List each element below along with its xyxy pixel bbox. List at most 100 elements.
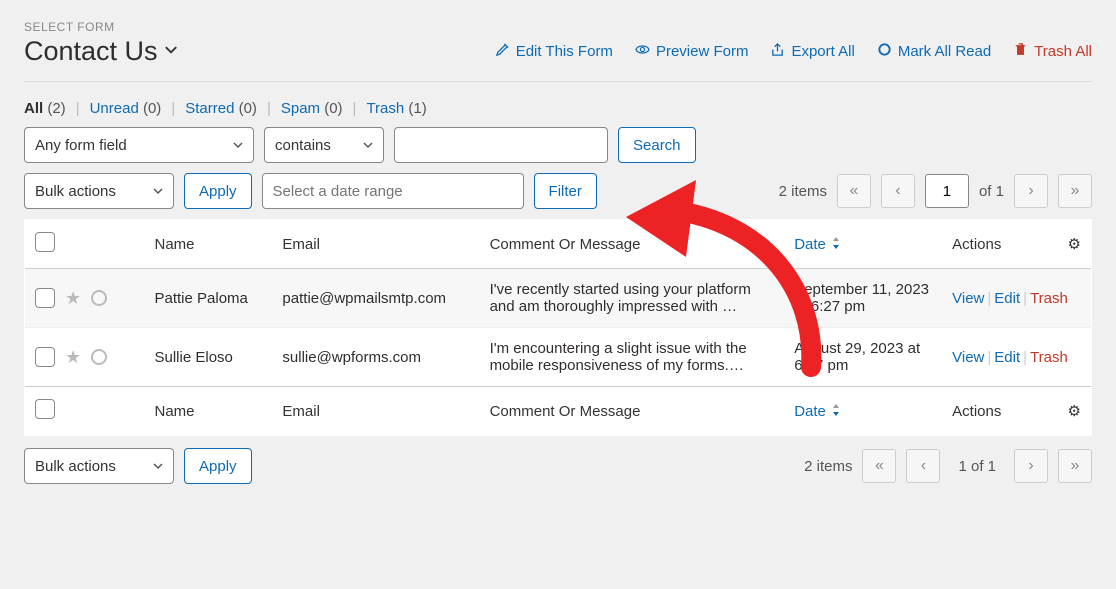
pagination-bottom: 2 items « ‹ 1 of 1 › »: [804, 449, 1092, 483]
items-count-text-bottom: 2 items: [804, 458, 852, 475]
col-message[interactable]: Comment Or Message: [480, 220, 785, 269]
star-icon[interactable]: ★: [65, 347, 81, 368]
bulk-actions-select[interactable]: Bulk actions: [24, 173, 174, 209]
form-title-dropdown[interactable]: Contact Us: [24, 36, 178, 67]
edit-form-link[interactable]: Edit This Form: [495, 42, 613, 61]
status-filter-bar: All (2) | Unread (0) | Starred (0) | Spa…: [24, 100, 1092, 117]
export-all-link[interactable]: Export All: [770, 42, 854, 61]
status-spam[interactable]: Spam: [281, 100, 320, 117]
read-indicator[interactable]: [91, 290, 107, 306]
pagination-top: 2 items « ‹ of 1 › »: [779, 174, 1092, 208]
status-unread[interactable]: Unread: [90, 100, 139, 117]
cell-name: Sullie Eloso: [145, 328, 273, 387]
filter-button[interactable]: Filter: [534, 173, 597, 209]
col-date-footer[interactable]: Date: [794, 403, 842, 420]
status-unread-count: (0): [143, 100, 161, 117]
toolbar: Edit This Form Preview Form Export All M…: [495, 42, 1092, 61]
header-row: Contact Us Edit This Form Preview Form E…: [24, 36, 1092, 82]
select-form-label: SELECT FORM: [24, 20, 1092, 34]
pag-first-bottom[interactable]: «: [862, 449, 896, 483]
read-indicator[interactable]: [91, 349, 107, 365]
preview-form-link[interactable]: Preview Form: [635, 42, 749, 61]
mark-read-label: Mark All Read: [898, 43, 991, 60]
col-name-footer[interactable]: Name: [145, 387, 273, 436]
cell-date: September 11, 2023 at 6:27 pm: [784, 269, 942, 328]
gear-icon[interactable]: ⚙: [1068, 236, 1081, 253]
field-select[interactable]: Any form field: [24, 127, 254, 163]
search-button[interactable]: Search: [618, 127, 696, 163]
cell-date: August 29, 2023 at 6:27 pm: [784, 328, 942, 387]
bulk-actions-select-bottom[interactable]: Bulk actions: [24, 448, 174, 484]
gear-icon-footer[interactable]: ⚙: [1068, 403, 1081, 420]
pag-first[interactable]: «: [837, 174, 871, 208]
row-trash-link[interactable]: Trash: [1030, 290, 1068, 307]
row-edit-link[interactable]: Edit: [994, 290, 1020, 307]
sort-icon: [830, 403, 842, 420]
bottom-bar: Bulk actions Apply 2 items « ‹ 1 of 1 › …: [24, 448, 1092, 484]
row-edit-link[interactable]: Edit: [994, 349, 1020, 366]
star-icon[interactable]: ★: [65, 288, 81, 309]
chevron-down-icon: [164, 41, 178, 62]
preview-form-label: Preview Form: [656, 43, 749, 60]
status-trash[interactable]: Trash: [366, 100, 404, 117]
eye-icon: [635, 42, 650, 61]
pag-current-input[interactable]: [925, 174, 969, 208]
apply-button[interactable]: Apply: [184, 173, 252, 209]
pag-next[interactable]: ›: [1014, 174, 1048, 208]
status-all-count: (2): [47, 100, 65, 117]
select-all-checkbox-footer[interactable]: [35, 399, 55, 419]
select-all-checkbox[interactable]: [35, 232, 55, 252]
bulk-filter-row: Bulk actions Apply Filter 2 items « ‹ of…: [24, 173, 1092, 209]
sort-icon: [830, 236, 842, 253]
trash-all-label: Trash All: [1034, 43, 1092, 60]
col-actions: Actions: [942, 220, 1057, 269]
pencil-icon: [495, 42, 510, 61]
status-starred[interactable]: Starred: [185, 100, 234, 117]
search-filters-row: Any form field contains Search: [24, 127, 1092, 163]
pag-prev[interactable]: ‹: [881, 174, 915, 208]
trash-icon: [1013, 42, 1028, 61]
cell-actions: View|Edit|Trash: [942, 328, 1091, 387]
table-row: ★ Pattie Paloma pattie@wpmailsmtp.com I'…: [25, 269, 1092, 328]
trash-all-link[interactable]: Trash All: [1013, 42, 1092, 61]
pag-last-bottom[interactable]: »: [1058, 449, 1092, 483]
pag-next-bottom[interactable]: ›: [1014, 449, 1048, 483]
pag-last[interactable]: »: [1058, 174, 1092, 208]
row-checkbox[interactable]: [35, 347, 55, 367]
row-checkbox[interactable]: [35, 288, 55, 308]
items-count-text: 2 items: [779, 183, 827, 200]
mark-read-link[interactable]: Mark All Read: [877, 42, 991, 61]
status-all[interactable]: All: [24, 100, 43, 117]
cell-message: I've recently started using your platfor…: [480, 269, 785, 328]
cell-email: pattie@wpmailsmtp.com: [272, 269, 479, 328]
pag-of-text: of 1: [979, 183, 1004, 200]
status-spam-count: (0): [324, 100, 342, 117]
form-title-text: Contact Us: [24, 36, 158, 67]
export-icon: [770, 42, 785, 61]
col-name[interactable]: Name: [145, 220, 273, 269]
table-row: ★ Sullie Eloso sullie@wpforms.com I'm en…: [25, 328, 1092, 387]
status-starred-count: (0): [239, 100, 257, 117]
row-view-link[interactable]: View: [952, 290, 984, 307]
cell-message: I'm encountering a slight issue with the…: [480, 328, 785, 387]
cell-name: Pattie Paloma: [145, 269, 273, 328]
pag-of-text-bottom: 1 of 1: [950, 458, 1004, 475]
status-trash-count: (1): [408, 100, 426, 117]
cell-email: sullie@wpforms.com: [272, 328, 479, 387]
pag-prev-bottom[interactable]: ‹: [906, 449, 940, 483]
row-view-link[interactable]: View: [952, 349, 984, 366]
col-email[interactable]: Email: [272, 220, 479, 269]
apply-button-bottom[interactable]: Apply: [184, 448, 252, 484]
col-message-footer[interactable]: Comment Or Message: [480, 387, 785, 436]
col-date[interactable]: Date: [794, 236, 842, 253]
export-all-label: Export All: [791, 43, 854, 60]
col-email-footer[interactable]: Email: [272, 387, 479, 436]
row-trash-link[interactable]: Trash: [1030, 349, 1068, 366]
entries-table: Name Email Comment Or Message Date Actio…: [24, 219, 1092, 436]
col-actions-footer: Actions: [942, 387, 1057, 436]
circle-icon: [877, 42, 892, 61]
date-range-input[interactable]: [262, 173, 524, 209]
operator-select[interactable]: contains: [264, 127, 384, 163]
search-value-input[interactable]: [394, 127, 608, 163]
edit-form-label: Edit This Form: [516, 43, 613, 60]
